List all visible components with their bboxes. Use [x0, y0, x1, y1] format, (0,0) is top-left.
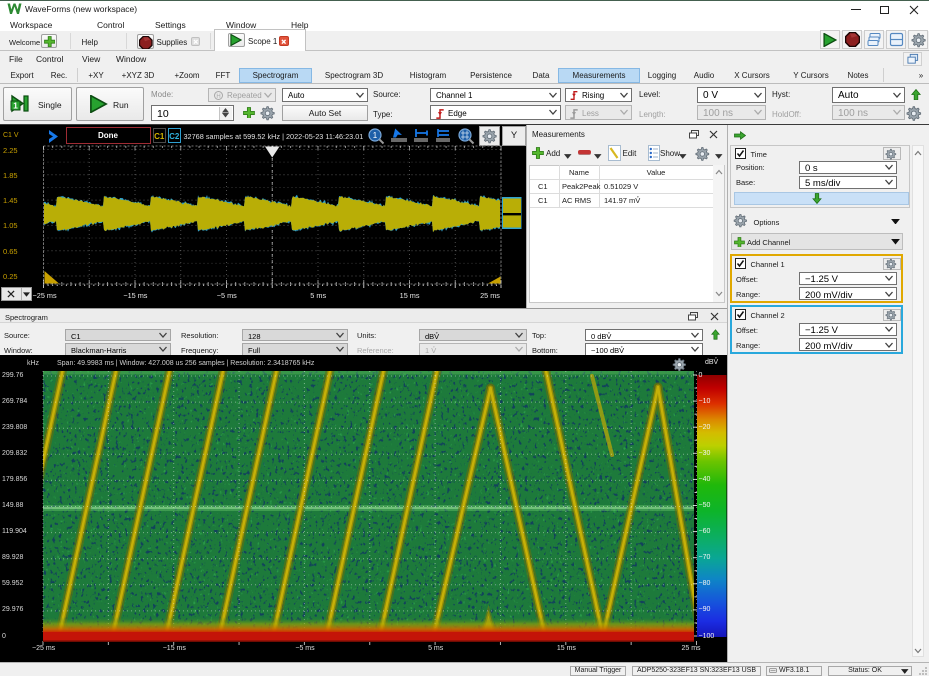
- svg-text:H: H: [216, 94, 220, 100]
- svg-text:1: 1: [13, 101, 18, 111]
